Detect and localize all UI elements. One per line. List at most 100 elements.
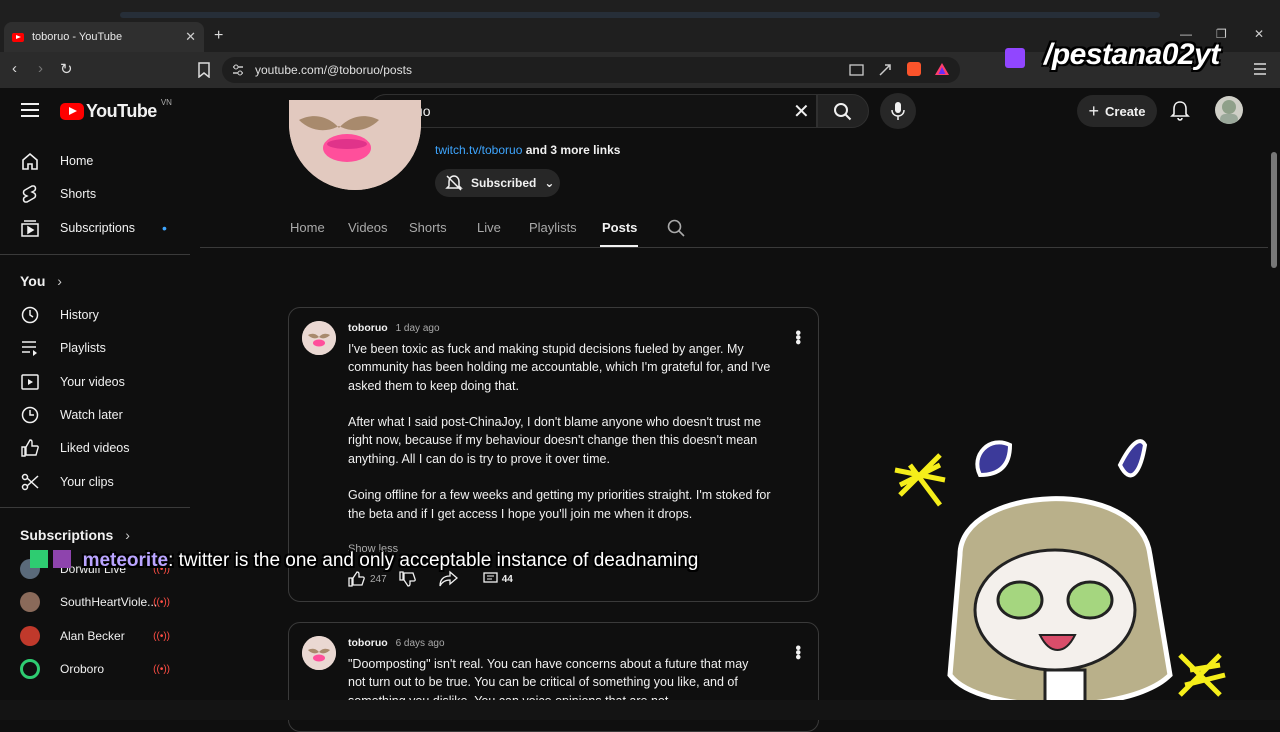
window-close-icon[interactable]: ✕ bbox=[1254, 27, 1264, 41]
sidebar-label: Your videos bbox=[60, 375, 125, 389]
chat-text: twitter is the one and only acceptable i… bbox=[178, 550, 699, 571]
comment-count[interactable]: 44 bbox=[502, 574, 513, 585]
sidebar-item-liked-videos[interactable]: Liked videos bbox=[20, 438, 190, 458]
live-icon: ((•)) bbox=[153, 596, 170, 608]
url-text: youtube.com/@toboruo/posts bbox=[255, 63, 412, 77]
channel-avatar bbox=[20, 626, 40, 646]
site-settings-icon[interactable] bbox=[232, 64, 244, 76]
tabs-divider bbox=[200, 247, 1270, 248]
forward-icon[interactable]: › bbox=[38, 60, 43, 77]
your-videos-icon bbox=[21, 374, 39, 390]
clear-search-icon[interactable]: ✕ bbox=[793, 99, 810, 124]
clips-icon bbox=[21, 473, 39, 491]
tab-playlists[interactable]: Playlists bbox=[529, 220, 577, 235]
sidebar-subscription-item[interactable]: Alan Becker ((•)) bbox=[20, 626, 170, 646]
sidebar-subscriptions-heading[interactable]: Subscriptions › bbox=[20, 527, 130, 543]
page-scrollbar-thumb[interactable] bbox=[1271, 152, 1277, 268]
youtube-play-icon bbox=[60, 103, 84, 120]
playlists-icon bbox=[22, 341, 37, 356]
channel-links: twitch.tv/toboruo and 3 more links bbox=[435, 143, 620, 157]
browser-menu-icon[interactable] bbox=[1253, 63, 1267, 75]
sidebar-item-playlists[interactable]: Playlists bbox=[20, 338, 190, 358]
create-button[interactable]: + Create bbox=[1077, 95, 1157, 127]
post-header: toboruo 6 days ago bbox=[348, 637, 445, 649]
sidebar-label: Watch later bbox=[60, 408, 123, 422]
browser-tab[interactable]: toboruo - YouTube ✕ bbox=[4, 22, 204, 52]
post-author-name[interactable]: toboruo bbox=[348, 322, 388, 334]
sidebar-you-heading[interactable]: You › bbox=[20, 273, 62, 289]
channel-search-icon[interactable] bbox=[667, 219, 685, 237]
post-timestamp[interactable]: 1 day ago bbox=[396, 323, 440, 334]
post-timestamp[interactable]: 6 days ago bbox=[396, 638, 445, 649]
channel-avatar bbox=[20, 659, 40, 679]
youtube-favicon-icon bbox=[12, 32, 24, 42]
post-more-actions-icon[interactable]: ••• bbox=[788, 645, 806, 659]
subscriptions-icon bbox=[21, 220, 39, 237]
live-icon: ((•)) bbox=[153, 663, 170, 675]
sidebar-item-home[interactable]: Home bbox=[20, 151, 190, 171]
post-more-actions-icon[interactable]: ••• bbox=[788, 330, 806, 344]
chevron-down-icon: ⌄ bbox=[544, 176, 555, 190]
sidebar-label: Shorts bbox=[60, 187, 97, 201]
more-links[interactable]: and 3 more links bbox=[526, 143, 621, 157]
chevron-right-icon: › bbox=[125, 527, 130, 543]
bookmark-icon[interactable] bbox=[197, 62, 211, 78]
sidebar-item-watch-later[interactable]: Watch later bbox=[20, 405, 190, 425]
account-avatar[interactable] bbox=[1215, 96, 1243, 124]
search-button[interactable] bbox=[817, 94, 869, 128]
stream-chat-message: meteorite: twitter is the one and only a… bbox=[30, 546, 698, 575]
tab-posts[interactable]: Posts bbox=[602, 220, 637, 235]
youtube-logo[interactable]: YouTube VN bbox=[60, 98, 172, 122]
tab-close-icon[interactable]: ✕ bbox=[185, 29, 196, 45]
subscribed-label: Subscribed bbox=[471, 176, 537, 190]
subscribed-button[interactable]: Subscribed ⌄ bbox=[435, 169, 560, 197]
share-icon[interactable] bbox=[877, 62, 893, 78]
sidebar-item-shorts[interactable]: Shorts bbox=[20, 184, 190, 204]
subscription-label: SouthHeartViole... bbox=[60, 595, 158, 609]
cast-icon[interactable] bbox=[849, 63, 865, 77]
new-tab-button[interactable]: + bbox=[214, 27, 223, 45]
first-badge-icon bbox=[53, 550, 72, 568]
subscription-label: Oroboro bbox=[60, 662, 105, 676]
post-author-avatar[interactable] bbox=[302, 321, 336, 355]
sidebar-item-subscriptions[interactable]: Subscriptions • bbox=[20, 218, 190, 238]
sidebar-label: Your clips bbox=[60, 475, 114, 489]
verified-badge-icon bbox=[30, 550, 48, 568]
channel-link[interactable]: twitch.tv/toboruo bbox=[435, 143, 522, 157]
microphone-icon bbox=[891, 102, 905, 120]
sidebar-subscription-item[interactable]: Oroboro ((•)) bbox=[20, 659, 170, 679]
you-heading-label: You bbox=[20, 273, 46, 289]
sidebar-divider bbox=[0, 507, 190, 508]
create-label: Create bbox=[1105, 103, 1146, 119]
channel-avatar-large[interactable] bbox=[289, 100, 421, 190]
tab-live[interactable]: Live bbox=[477, 220, 501, 235]
search-icon bbox=[834, 103, 852, 121]
post-body: I've been toxic as fuck and making stupi… bbox=[348, 342, 771, 521]
subscription-label: Alan Becker bbox=[60, 629, 125, 643]
brave-shields-icon[interactable] bbox=[907, 62, 921, 76]
guide-menu-icon[interactable] bbox=[21, 103, 39, 117]
reload-icon[interactable]: ↻ bbox=[60, 60, 73, 78]
post-author-avatar[interactable] bbox=[302, 636, 336, 670]
brave-rewards-icon[interactable] bbox=[934, 62, 950, 76]
post-author-name[interactable]: toboruo bbox=[348, 637, 388, 649]
youtube-wordmark: YouTube bbox=[86, 101, 157, 121]
notifications-bell-icon[interactable] bbox=[1170, 100, 1190, 122]
tab-videos[interactable]: Videos bbox=[348, 220, 388, 235]
post-avatar-image bbox=[302, 321, 336, 355]
sidebar-label: Playlists bbox=[60, 341, 106, 355]
sidebar-item-history[interactable]: History bbox=[20, 305, 190, 325]
tab-home[interactable]: Home bbox=[290, 220, 325, 235]
anime-mascot-illustration bbox=[894, 439, 1226, 712]
sidebar-label: Liked videos bbox=[60, 441, 130, 455]
back-icon[interactable]: ‹ bbox=[12, 60, 17, 77]
sidebar-subscription-item[interactable]: SouthHeartViole... ((•)) bbox=[20, 592, 170, 612]
like-count: 247 bbox=[370, 573, 387, 585]
sidebar-item-your-videos[interactable]: Your videos bbox=[20, 372, 190, 392]
liked-videos-icon bbox=[21, 439, 39, 457]
voice-search-button[interactable] bbox=[880, 93, 916, 129]
shorts-icon bbox=[22, 185, 37, 203]
sidebar-item-your-clips[interactable]: Your clips bbox=[20, 472, 190, 492]
search-input[interactable]: toboruo bbox=[369, 94, 817, 128]
tab-shorts[interactable]: Shorts bbox=[409, 220, 447, 235]
